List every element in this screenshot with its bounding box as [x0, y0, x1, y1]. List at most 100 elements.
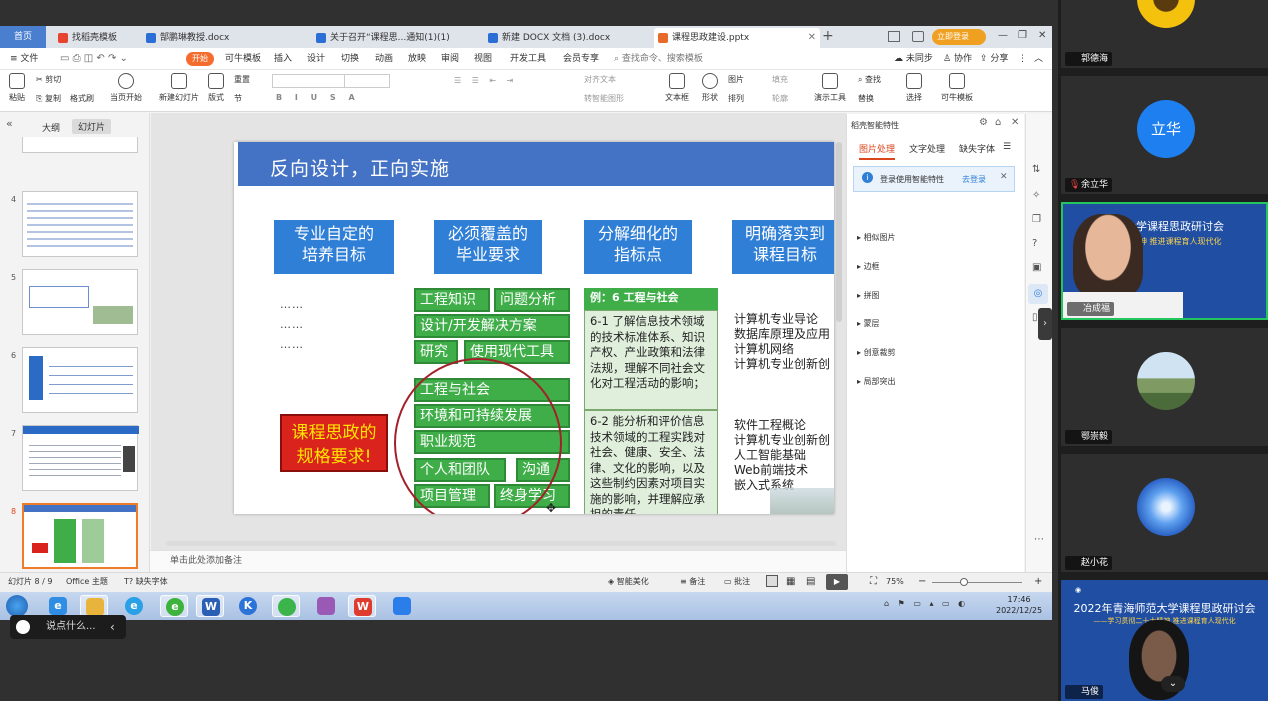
tab-text-processing[interactable]: 文字处理	[909, 142, 945, 155]
play-from-current-button[interactable]: 当页开始	[106, 73, 146, 103]
shape-button[interactable]: 形状	[698, 73, 722, 103]
font-style-buttons[interactable]: B I U S A	[276, 93, 360, 102]
taskbar-ie[interactable]: e	[44, 595, 72, 617]
command-search[interactable]: ⌕ 查找命令、搜索模板	[614, 48, 703, 70]
cut-button[interactable]: ✂ 剪切	[36, 74, 61, 85]
collapse-panel-icon[interactable]: «	[6, 117, 13, 130]
taskbar-paint[interactable]	[312, 595, 340, 617]
taskbar-360-browser[interactable]: e	[160, 595, 188, 617]
apps-grid-icon[interactable]	[912, 31, 924, 42]
reading-view-icon[interactable]: ▤	[806, 573, 815, 591]
menu-keniu-template[interactable]: 可牛模板	[225, 48, 261, 70]
copy-layout-icon[interactable]: ❐	[1032, 214, 1041, 225]
zoom-in-button[interactable]: +	[1034, 573, 1042, 591]
keniu-template-button[interactable]: 可牛模板	[938, 73, 976, 103]
current-slide[interactable]: 反向设计，正向实施 专业自定的 培养目标 必须覆盖的 毕业要求 分解细化的 指标…	[234, 142, 834, 514]
tab-find-template[interactable]: 找稻壳模板	[54, 28, 138, 48]
window-layout-icon[interactable]	[888, 31, 900, 42]
fit-window-icon[interactable]: ⛶	[870, 573, 877, 591]
tab-home[interactable]: 首页	[0, 26, 46, 48]
slide-thumbnail-8-selected[interactable]	[22, 503, 138, 569]
animation-icon[interactable]: ✧	[1032, 190, 1040, 201]
notes-area[interactable]: 单击此处添加备注	[150, 550, 846, 572]
menu-insert[interactable]: 插入	[274, 48, 292, 70]
tab-missing-fonts[interactable]: 缺失字体	[959, 142, 995, 155]
find-button[interactable]: ⌕ 查找	[858, 74, 881, 85]
picture-button[interactable]: 图片	[728, 74, 744, 85]
clock[interactable]: 17:46 2022/12/25	[996, 594, 1042, 616]
panel-item-border[interactable]: ▸ 边框	[857, 261, 880, 272]
tab-doc-3[interactable]: 新建 DOCX 文档 (3).docx	[484, 28, 646, 48]
participant-tile[interactable]: 鄂崇毅	[1061, 328, 1268, 446]
smart-feature-icon[interactable]: ◎	[1028, 284, 1048, 304]
panel-item-creative-crop[interactable]: ▸ 创意裁剪	[857, 347, 896, 358]
collapse-ribbon-icon[interactable]: ︿	[1034, 48, 1043, 70]
close-icon[interactable]: ✕	[1011, 117, 1019, 128]
taskbar-k-app[interactable]: K	[234, 595, 262, 617]
slide-thumbnail-7[interactable]	[22, 425, 139, 491]
share-button[interactable]: ⇪ 分享	[980, 48, 1008, 70]
restore-icon[interactable]: ❐	[1018, 30, 1027, 41]
slide-thumbnail-5[interactable]	[22, 269, 138, 335]
slide-thumbnail-3[interactable]	[22, 137, 138, 153]
help-icon[interactable]: ?	[1032, 238, 1037, 249]
chat-input-pill[interactable]: 说点什么... ‹	[10, 615, 126, 639]
more-icon[interactable]: ⋯	[1034, 534, 1044, 545]
pin-icon[interactable]: ⌂	[995, 117, 1001, 128]
tab-doc-2[interactable]: 关于召开“课程思...通知(1)(1)	[312, 28, 474, 48]
properties-icon[interactable]: ⇅	[1032, 164, 1040, 175]
taskbar-wps[interactable]: W	[348, 595, 376, 617]
quick-access-icons[interactable]: ▭ ⎙ ◫ ↶ ↷ ⌄	[60, 48, 128, 70]
zoom-level[interactable]: 75%	[886, 573, 904, 591]
zoom-slider[interactable]	[932, 582, 1022, 583]
menu-review[interactable]: 审阅	[441, 48, 459, 70]
collab-button[interactable]: ♙ 协作	[943, 48, 972, 70]
tab-doc-1[interactable]: 郜鹏琳教授.docx	[142, 28, 302, 48]
book-icon[interactable]: ▯	[1032, 312, 1038, 323]
copy-button[interactable]: ⎘ 复制	[36, 93, 61, 104]
system-tray-icons[interactable]: ⌂ ⚑ ▭ ▴ ▭ ◐	[884, 599, 968, 608]
image-icon[interactable]: ▣	[1032, 262, 1041, 273]
missing-font-button[interactable]: T? 缺失字体	[124, 573, 168, 591]
participant-tile-active-speaker[interactable]: 师范大学课程思政研讨会 大精神 推进课程育人现代化 冶成福	[1061, 202, 1268, 320]
replace-button[interactable]: 替换	[858, 93, 874, 104]
grid-view-icon[interactable]: ▦	[786, 573, 795, 591]
arrange-button[interactable]: 排列	[728, 93, 744, 104]
font-size-select[interactable]	[344, 74, 390, 88]
collapse-sidebar-button[interactable]: ›	[1038, 308, 1052, 340]
menu-design[interactable]: 设计	[307, 48, 325, 70]
paragraph-buttons[interactable]: ☰ ☰ ⇤ ⇥	[454, 76, 517, 85]
select-button[interactable]: 选择	[902, 73, 926, 103]
menu-slideshow[interactable]: 放映	[408, 48, 426, 70]
reset-button[interactable]: 重置	[234, 74, 250, 85]
panel-item-collage[interactable]: ▸ 拼图	[857, 290, 880, 301]
taskbar-wechat[interactable]	[272, 595, 300, 617]
menu-transitions[interactable]: 切换	[341, 48, 359, 70]
participant-tile[interactable]: 郭德海	[1061, 0, 1268, 68]
participant-tile[interactable]: 立华 🎙︎ 余立华	[1061, 76, 1268, 194]
menu-developer[interactable]: 开发工具	[510, 48, 546, 70]
participant-tile[interactable]: 赵小花	[1061, 454, 1268, 572]
align-text-button[interactable]: 对齐文本	[584, 74, 616, 85]
horizontal-scrollbar[interactable]	[166, 541, 836, 546]
participant-tile[interactable]: ◉ 2022年青海师范大学课程思政研讨会 ——学习贯彻二十大精神 推进课程育人现…	[1061, 580, 1268, 701]
layout-button[interactable]: 版式	[206, 73, 226, 103]
outline-button[interactable]: 轮廓	[772, 93, 788, 104]
close-icon[interactable]: ✕	[1000, 172, 1008, 182]
menu-view[interactable]: 视图	[474, 48, 492, 70]
slide-thumbnail-4[interactable]	[22, 191, 138, 257]
start-orb-icon[interactable]	[6, 595, 28, 617]
close-window-icon[interactable]: ✕	[1038, 30, 1046, 41]
slide-thumbnail-6[interactable]	[22, 347, 138, 413]
menu-start[interactable]: 开始	[186, 52, 214, 66]
zoom-out-button[interactable]: −	[918, 573, 926, 591]
paste-button[interactable]: 粘贴	[6, 73, 28, 103]
menu-animation[interactable]: 动画	[375, 48, 393, 70]
settings-icon[interactable]: ⚙	[979, 117, 988, 128]
taskbar-word[interactable]: W	[196, 595, 224, 617]
tab-pptx[interactable]: 课程思政建设.pptx ✕	[654, 28, 820, 48]
new-slide-button[interactable]: 新建幻灯片	[156, 73, 202, 103]
zoom-slider-handle[interactable]	[960, 578, 968, 586]
fill-button[interactable]: 填充	[772, 74, 788, 85]
minimize-icon[interactable]: —	[998, 30, 1008, 41]
